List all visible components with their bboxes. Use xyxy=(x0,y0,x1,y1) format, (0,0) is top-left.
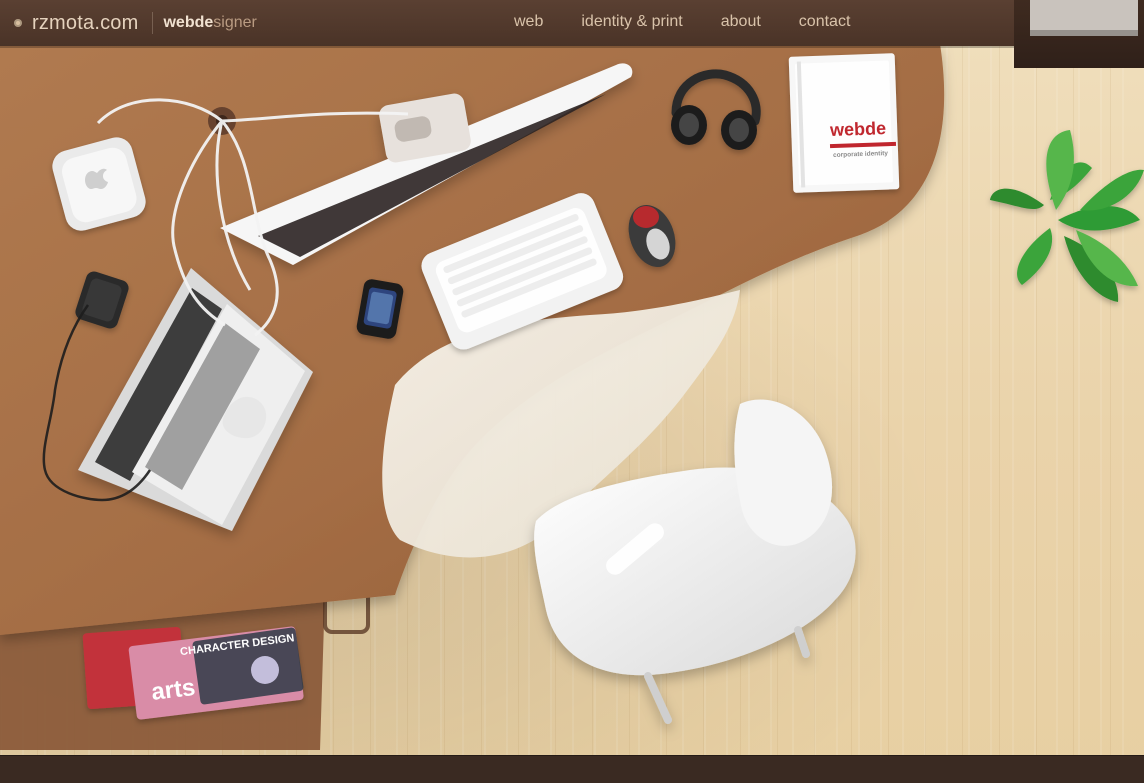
nav-link-identity-print[interactable]: identity & print xyxy=(581,13,682,31)
bottom-bar xyxy=(0,755,1144,783)
plant xyxy=(990,130,1144,302)
window-corner-frame xyxy=(1014,0,1144,68)
logo-mark-icon xyxy=(14,19,22,27)
nav-link-web[interactable]: web xyxy=(514,13,543,31)
main-nav: web identity & print about contact xyxy=(514,13,850,31)
magazine-title-arts: arts xyxy=(150,674,197,706)
top-navigation-bar: rzmota.com webdesigner web identity & pr… xyxy=(0,0,1144,68)
tagline-bold: webde xyxy=(163,14,214,31)
website-canvas: arts CHARACTER DESIGN webde corporate id… xyxy=(0,0,1144,783)
logo-separator xyxy=(152,12,154,34)
logo-text: rzmota.com xyxy=(32,11,139,34)
nav-link-about[interactable]: about xyxy=(721,13,761,31)
window-corner-glass xyxy=(1030,0,1138,36)
folder-brand-text: webde xyxy=(829,118,887,140)
tagline-thin: signer xyxy=(213,14,257,31)
site-tagline: webdesigner xyxy=(163,14,256,32)
site-logo[interactable]: rzmota.com webdesigner xyxy=(14,9,257,37)
desk-scene: arts CHARACTER DESIGN webde corporate id… xyxy=(0,44,1144,750)
nav-link-contact[interactable]: contact xyxy=(799,13,851,31)
